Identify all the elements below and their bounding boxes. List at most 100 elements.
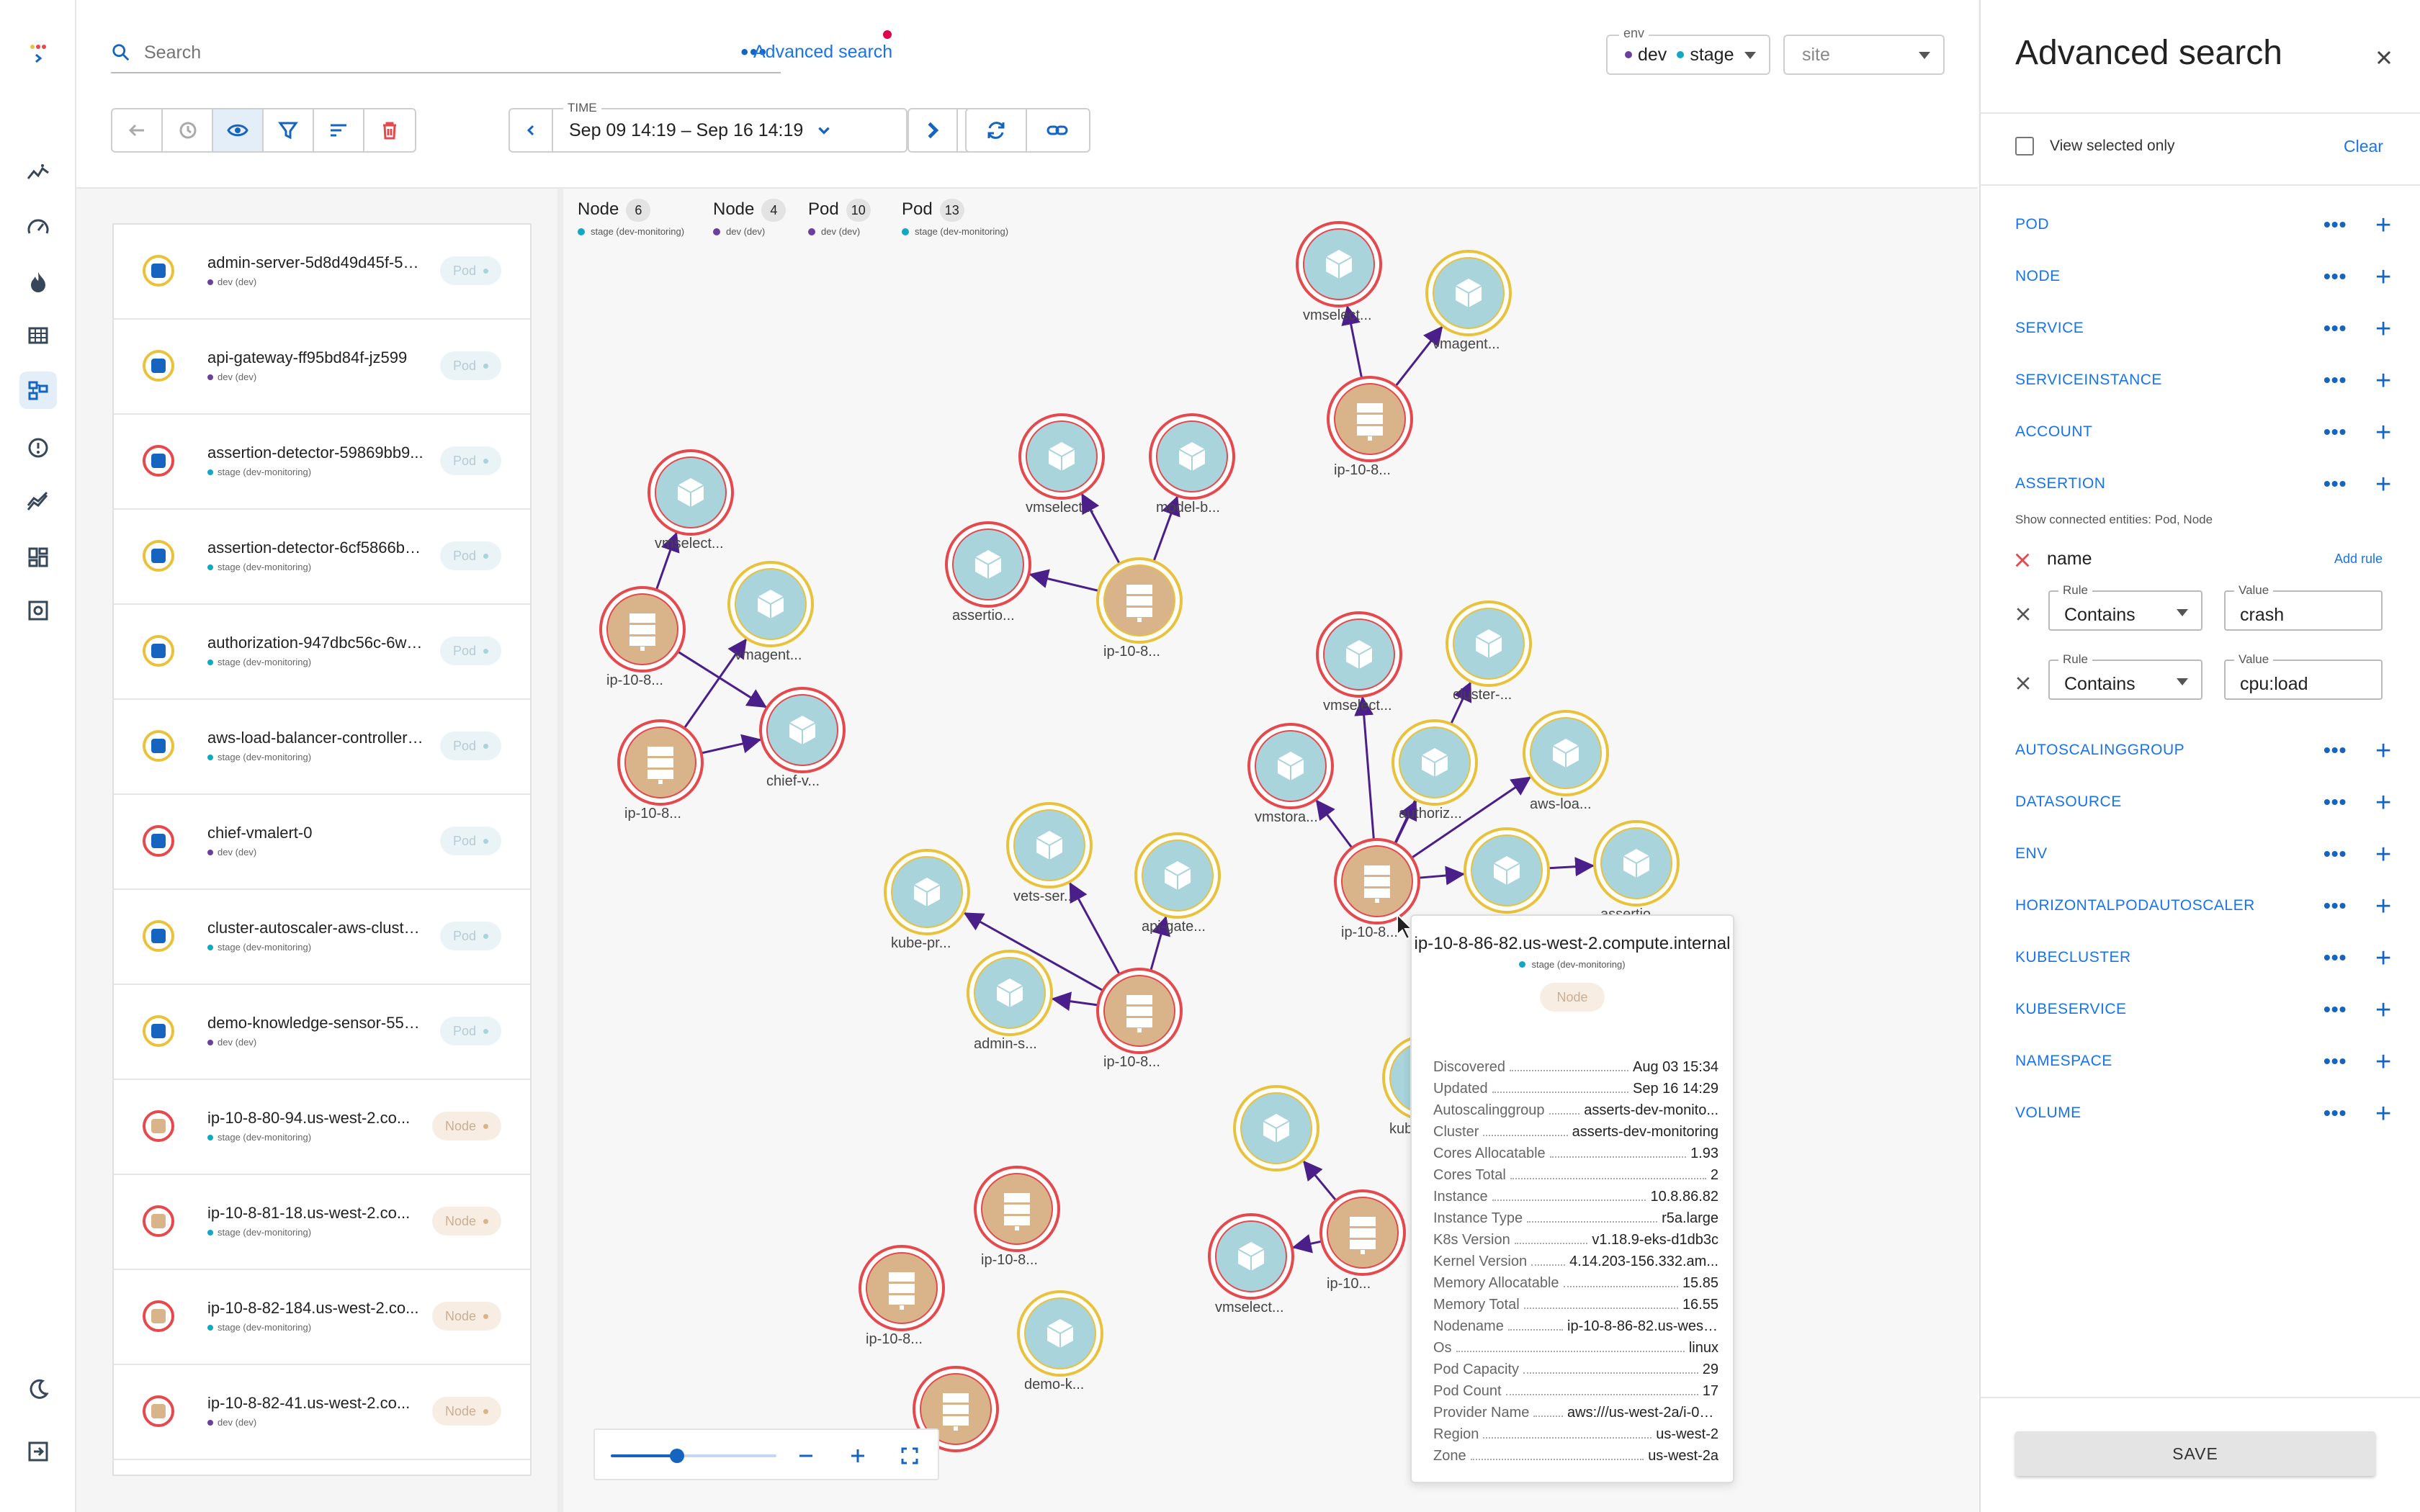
graph-node-pod[interactable]	[1233, 1085, 1319, 1171]
add-filter-icon[interactable]: +	[2375, 314, 2391, 345]
back-button[interactable]	[112, 109, 163, 151]
more-options-icon[interactable]: •••	[2323, 472, 2347, 495]
entity-list-item[interactable]: assertion-detector-59869bb9... stage (dev…	[114, 415, 530, 510]
trends-icon[interactable]	[19, 154, 57, 192]
dark-mode-moon-icon[interactable]	[19, 1371, 57, 1408]
more-options-icon[interactable]: •••	[2323, 420, 2347, 444]
add-filter-icon[interactable]: +	[2375, 840, 2391, 870]
more-options-icon[interactable]: •••	[2323, 317, 2347, 340]
clear-button[interactable]: Clear	[2344, 137, 2383, 156]
visibility-button[interactable]	[213, 109, 264, 151]
add-filter-icon[interactable]: +	[2375, 788, 2391, 819]
search-input[interactable]	[144, 42, 691, 63]
zoom-slider-thumb[interactable]	[670, 1449, 684, 1463]
graph-node-pod[interactable]	[1208, 1213, 1294, 1300]
section-title[interactable]: SERVICEINSTANCE	[2015, 372, 2162, 388]
legend-item[interactable]: Pod 10 dev (dev)	[808, 199, 871, 237]
section-title[interactable]: ASSERTION	[2015, 475, 2105, 492]
zoom-in-icon[interactable]	[847, 1445, 869, 1467]
add-filter-icon[interactable]: +	[2375, 210, 2391, 241]
dashboard-gauge-icon[interactable]	[19, 209, 57, 246]
widgets-icon[interactable]	[19, 539, 57, 576]
graph-node-pod[interactable]	[727, 561, 814, 647]
entity-type-section[interactable]: NODE ••• +	[2015, 262, 2404, 297]
entity-type-section[interactable]: ENV ••• +	[2015, 840, 2404, 874]
entity-type-section[interactable]: VOLUME ••• +	[2015, 1099, 2404, 1133]
entity-list-item[interactable]: assertion-detector-6cf5866b8... stage (de…	[114, 510, 530, 605]
graph-node-server[interactable]	[599, 586, 686, 672]
entity-graph-icon[interactable]	[19, 372, 57, 409]
entity-list-item[interactable]: ip-10-8-82-41.us-west-2.co... dev (dev) No…	[114, 1365, 530, 1460]
add-filter-icon[interactable]: +	[2375, 943, 2391, 974]
fire-icon[interactable]	[19, 264, 57, 301]
graph-node-server[interactable]	[974, 1166, 1060, 1252]
section-title[interactable]: HORIZONTALPODAUTOSCALER	[2015, 897, 2255, 914]
filter-button[interactable]	[264, 109, 315, 151]
more-options-icon[interactable]: •••	[2323, 369, 2347, 392]
time-prev-button[interactable]	[510, 109, 553, 151]
more-options-icon[interactable]: •••	[2323, 1050, 2347, 1073]
graph-node-pod[interactable]	[1247, 723, 1334, 809]
entity-list-item[interactable]: cluster-autoscaler-aws-cluste... stage (d…	[114, 890, 530, 985]
advanced-search-link[interactable]: Advanced search	[753, 42, 892, 63]
entity-type-section[interactable]: AUTOSCALINGGROUP ••• +	[2015, 736, 2404, 770]
section-title[interactable]: DATASOURCE	[2015, 793, 2122, 810]
more-options-icon[interactable]: •••	[2323, 213, 2347, 236]
refresh-button[interactable]	[967, 109, 1027, 151]
graph-node-pod[interactable]	[1134, 832, 1221, 919]
graph-node-server[interactable]	[617, 719, 704, 806]
delete-button[interactable]	[364, 109, 415, 151]
graph-node-pod[interactable]	[967, 950, 1053, 1036]
entity-type-section[interactable]: ASSERTION ••• +	[2015, 469, 2404, 504]
env-select[interactable]: env dev stage	[1606, 26, 1770, 75]
more-options-icon[interactable]: •••	[2323, 791, 2347, 814]
legend-item[interactable]: Pod 13 stage (dev-monitoring)	[902, 199, 1008, 237]
section-title[interactable]: ENV	[2015, 845, 2048, 862]
add-filter-icon[interactable]: +	[2375, 1047, 2391, 1078]
more-options-icon[interactable]: •••	[2323, 1102, 2347, 1125]
add-filter-icon[interactable]: +	[2375, 366, 2391, 397]
graph-node-pod[interactable]	[647, 449, 734, 536]
graph-node-pod[interactable]	[1392, 719, 1478, 806]
remove-filter-icon[interactable]	[2012, 550, 2033, 570]
close-icon[interactable]	[2371, 45, 2397, 71]
graph-node-pod[interactable]	[1018, 413, 1105, 500]
entity-type-section[interactable]: ACCOUNT ••• +	[2015, 418, 2404, 452]
add-filter-icon[interactable]: +	[2375, 418, 2391, 449]
zoom-slider-track[interactable]	[611, 1449, 776, 1463]
panel-resize-handle[interactable]	[557, 189, 563, 1512]
remove-rule-icon[interactable]	[2014, 605, 2033, 624]
table-grid-icon[interactable]	[19, 317, 57, 354]
entity-graph-canvas[interactable]: Node 6 stage (dev-monitoring) Node 4 dev (dev…	[563, 189, 1978, 1512]
entity-type-section[interactable]: NAMESPACE ••• +	[2015, 1047, 2404, 1081]
entity-type-section[interactable]: DATASOURCE ••• +	[2015, 788, 2404, 822]
entity-list-item[interactable]: aws-load-balancer-controller-... stage (d…	[114, 700, 530, 795]
add-filter-icon[interactable]: +	[2375, 1099, 2391, 1130]
graph-node-pod[interactable]	[1523, 710, 1609, 796]
entity-list-item[interactable]: ip-10-8-80-94.us-west-2.co... stage (dev-…	[114, 1080, 530, 1175]
graph-node-server[interactable]	[1319, 1189, 1406, 1276]
view-selected-checkbox[interactable]	[2015, 137, 2034, 156]
graph-node-server[interactable]	[1096, 968, 1183, 1054]
entity-list-item[interactable]: authorization-947dbc56c-6wl5z stage (dev-…	[114, 605, 530, 700]
entity-type-section[interactable]: KUBECLUSTER ••• +	[2015, 943, 2404, 978]
graph-node-pod[interactable]	[1593, 820, 1680, 906]
add-filter-icon[interactable]: +	[2375, 736, 2391, 767]
view-selected-only-toggle[interactable]: View selected only	[2015, 137, 2175, 156]
more-options-icon[interactable]: •••	[2323, 946, 2347, 969]
graph-node-pod[interactable]	[1149, 413, 1235, 500]
entity-type-section[interactable]: HORIZONTALPODAUTOSCALER ••• +	[2015, 891, 2404, 926]
entity-list-item[interactable]: demo-knowledge-sensor-557... dev (dev) Pod	[114, 985, 530, 1080]
metrics-icon[interactable]	[19, 484, 57, 521]
remove-rule-icon[interactable]	[2014, 674, 2033, 693]
more-options-icon[interactable]: •••	[2323, 265, 2347, 288]
logout-icon[interactable]	[19, 1433, 57, 1470]
graph-node-server[interactable]	[859, 1245, 945, 1331]
section-title[interactable]: ACCOUNT	[2015, 423, 2092, 440]
add-rule-button[interactable]: Add rule	[2334, 552, 2383, 567]
graph-node-pod[interactable]	[759, 687, 846, 773]
time-next-button[interactable]	[909, 109, 958, 151]
entity-list-item[interactable]: admin-server-5d8d49d45f-56... dev (dev) Po…	[114, 225, 530, 320]
app-logo-expand-icon[interactable]	[19, 35, 57, 72]
section-title[interactable]: KUBECLUSTER	[2015, 949, 2131, 966]
